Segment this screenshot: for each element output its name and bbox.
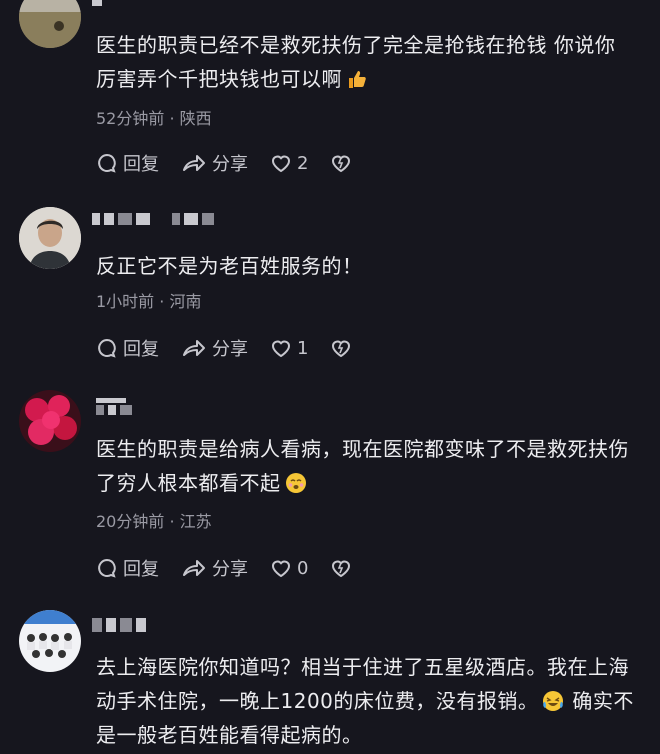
avatar[interactable] xyxy=(19,0,81,48)
like-count: 1 xyxy=(297,337,309,359)
share-arrow-icon xyxy=(183,340,205,356)
dislike-button[interactable] xyxy=(330,558,352,578)
like-button[interactable]: 1 xyxy=(270,338,308,359)
heart-icon xyxy=(271,560,291,578)
share-arrow-icon xyxy=(183,560,205,576)
like-button[interactable]: 0 xyxy=(270,558,308,579)
reply-button[interactable]: 回复 xyxy=(96,335,159,361)
username-blurred[interactable] xyxy=(92,618,146,632)
heart-icon xyxy=(271,155,291,173)
like-count: 0 xyxy=(297,557,309,579)
share-arrow-icon xyxy=(183,155,205,171)
share-button[interactable]: 分享 xyxy=(181,555,248,581)
avatar[interactable] xyxy=(19,390,81,452)
share-button[interactable]: 分享 xyxy=(181,335,248,361)
comment-meta: 1小时前 · 河南 xyxy=(96,292,202,311)
thumbs-up-icon xyxy=(346,66,368,88)
reply-bubble-icon xyxy=(98,153,116,173)
heart-icon xyxy=(271,340,291,358)
comment-text: 去上海医院你知道吗？相当于住进了五星级酒店。我在上海 动手术住院，一晚上1200… xyxy=(96,655,634,747)
comment-text: 反正它不是为老百姓服务的！ xyxy=(96,254,363,278)
broken-heart-icon xyxy=(332,340,351,358)
like-button[interactable]: 2 xyxy=(270,153,308,174)
comment-meta: 52分钟前 · 陕西 xyxy=(96,109,212,128)
comment-actions: 回复 分享 2 xyxy=(96,150,374,176)
person-avatar-image xyxy=(19,207,81,269)
group-photo-avatar-image xyxy=(19,610,81,672)
avatar[interactable] xyxy=(19,207,81,269)
laughing-tears-icon xyxy=(542,688,564,711)
landscape-avatar-image xyxy=(19,0,81,48)
flowers-avatar-image xyxy=(19,390,81,452)
reply-button[interactable]: 回复 xyxy=(96,555,159,581)
comment-text: 医生的职责是给病人看病，现在医院都变味了不是救死扶伤 了穷人根本都看不起 xyxy=(96,437,629,495)
like-count: 2 xyxy=(297,152,309,174)
avatar[interactable] xyxy=(19,610,81,672)
username-blurred[interactable] xyxy=(92,0,102,6)
username-blurred[interactable] xyxy=(92,213,214,225)
dislike-button[interactable] xyxy=(330,153,352,173)
reply-bubble-icon xyxy=(98,558,116,578)
relieved-face-icon xyxy=(285,470,307,493)
username-blurred[interactable] xyxy=(96,398,132,415)
comment-actions: 回复 分享 1 xyxy=(96,335,374,361)
share-button[interactable]: 分享 xyxy=(181,150,248,176)
reply-bubble-icon xyxy=(98,338,116,358)
comment-meta: 20分钟前 · 江苏 xyxy=(96,512,212,531)
comment-text: 医生的职责已经不是救死扶伤了完全是抢钱在抢钱 你说你 厉害弄个千把块钱也可以啊 xyxy=(96,33,616,91)
broken-heart-icon xyxy=(332,560,351,578)
dislike-button[interactable] xyxy=(330,338,352,358)
broken-heart-icon xyxy=(332,155,351,173)
reply-button[interactable]: 回复 xyxy=(96,150,159,176)
comment-actions: 回复 分享 0 xyxy=(96,555,374,581)
